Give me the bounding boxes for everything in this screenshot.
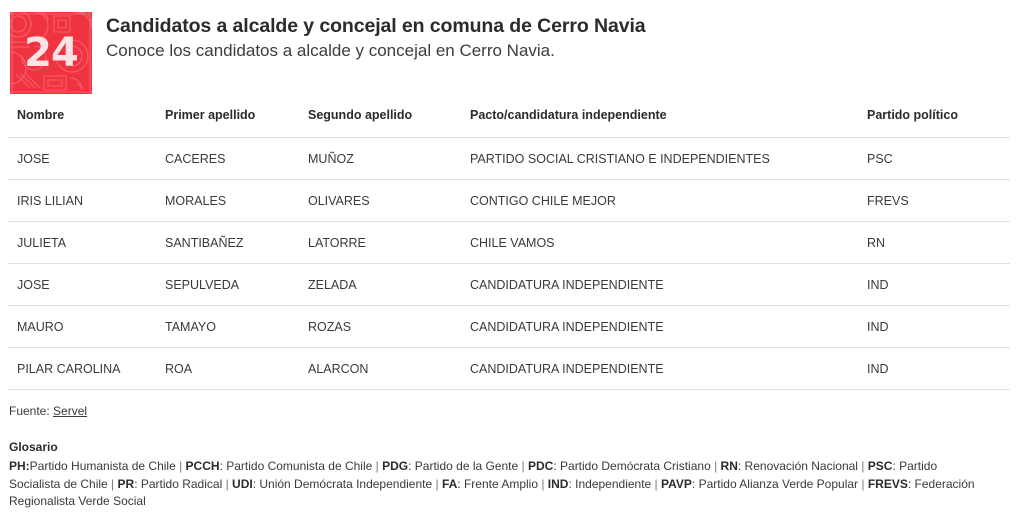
cell-pacto: CHILE VAMOS bbox=[461, 221, 858, 264]
cell-partido: IND bbox=[858, 347, 1010, 390]
cell-nombre: MAURO bbox=[8, 305, 156, 348]
cell-partido: IND bbox=[858, 305, 1010, 348]
table-header: Nombre Primer apellido Segundo apellido … bbox=[8, 92, 1010, 138]
glossary-separator: | bbox=[432, 476, 442, 491]
cell-primer-apellido: MORALES bbox=[156, 179, 299, 222]
cell-primer-apellido: TAMAYO bbox=[156, 305, 299, 348]
glossary-separator: | bbox=[222, 476, 233, 491]
glossary-separator: | bbox=[858, 476, 868, 491]
glossary-abbr: RN bbox=[720, 459, 738, 473]
cell-primer-apellido: CACERES bbox=[156, 137, 299, 180]
channel-24-logo: 24 bbox=[10, 12, 92, 94]
cell-segundo-apellido: ROZAS bbox=[299, 305, 461, 348]
glossary-desc: Partido Humanista de Chile bbox=[29, 459, 176, 473]
source-line: Fuente: Servel bbox=[0, 390, 1020, 418]
logo-number: 24 bbox=[24, 30, 79, 76]
cell-pacto: CONTIGO CHILE MEJOR bbox=[461, 179, 858, 222]
glossary-desc: : Unión Demócrata Independiente bbox=[252, 476, 433, 491]
column-header-primer-apellido[interactable]: Primer apellido bbox=[156, 92, 299, 138]
cell-nombre: PILAR CAROLINA bbox=[8, 347, 156, 390]
page-header: 24 Candidatos a alcalde y concejal en co… bbox=[0, 0, 1020, 94]
column-header-segundo-apellido[interactable]: Segundo apellido bbox=[299, 92, 461, 138]
page-subtitle: Conoce los candidatos a alcalde y concej… bbox=[106, 41, 555, 61]
cell-nombre: JOSE bbox=[8, 137, 156, 180]
candidates-table: Nombre Primer apellido Segundo apellido … bbox=[8, 92, 1010, 390]
cell-partido: PSC bbox=[858, 137, 1010, 180]
cell-primer-apellido: SANTIBAÑEZ bbox=[156, 221, 299, 264]
glossary-desc: : Partido de la Gente bbox=[408, 459, 519, 473]
glossary-abbr: PCCH bbox=[185, 459, 220, 473]
cell-pacto: CANDIDATURA INDEPENDIENTE bbox=[461, 305, 858, 348]
glossary-abbr: PDG bbox=[382, 459, 409, 473]
candidates-table-container: Nombre Primer apellido Segundo apellido … bbox=[0, 92, 1020, 390]
cell-primer-apellido: ROA bbox=[156, 347, 299, 390]
table-body: JOSE CACERES MUÑOZ PARTIDO SOCIAL CRISTI… bbox=[8, 137, 1010, 390]
glossary-desc: : Independiente bbox=[568, 476, 652, 491]
cell-pacto: CANDIDATURA INDEPENDIENTE bbox=[461, 347, 858, 390]
glossary-abbr: UDI bbox=[232, 476, 253, 491]
glossary-desc: : Partido Radical bbox=[134, 476, 223, 491]
cell-nombre: JULIETA bbox=[8, 221, 156, 264]
column-header-nombre[interactable]: Nombre bbox=[8, 92, 156, 138]
glossary-desc: : Frente Amplio bbox=[457, 476, 538, 491]
glossary-abbr: PSC bbox=[867, 459, 893, 473]
table-row: JOSE CACERES MUÑOZ PARTIDO SOCIAL CRISTI… bbox=[8, 137, 1010, 180]
cell-segundo-apellido: MUÑOZ bbox=[299, 137, 461, 180]
glossary-desc: : Renovación Nacional bbox=[737, 459, 858, 473]
table-row: MAURO TAMAYO ROZAS CANDIDATURA INDEPENDI… bbox=[8, 305, 1010, 348]
glossary-abbr: FREVS bbox=[867, 476, 908, 491]
glossary-title: Glosario bbox=[9, 440, 58, 454]
glossary-desc: : Partido Comunista de Chile bbox=[219, 459, 373, 473]
glossary-separator: | bbox=[538, 476, 548, 491]
glossary-body: PH:Partido Humanista de Chile | PCCH: Pa… bbox=[9, 458, 984, 511]
table-row: IRIS LILIAN MORALES OLIVARES CONTIGO CHI… bbox=[8, 179, 1010, 222]
glossary-separator: | bbox=[518, 459, 528, 473]
glossary-abbr: PR bbox=[117, 476, 135, 491]
cell-primer-apellido: SEPULVEDA bbox=[156, 263, 299, 306]
glossary-abbr: FA bbox=[441, 476, 458, 491]
cell-segundo-apellido: ZELADA bbox=[299, 263, 461, 306]
cell-partido: FREVS bbox=[858, 179, 1010, 222]
cell-segundo-apellido: ALARCON bbox=[299, 347, 461, 390]
cell-partido: RN bbox=[858, 221, 1010, 264]
page-title: Candidatos a alcalde y concejal en comun… bbox=[106, 15, 646, 37]
glossary-desc: : Partido Demócrata Cristiano bbox=[553, 459, 711, 473]
table-row: PILAR CAROLINA ROA ALARCON CANDIDATURA I… bbox=[8, 347, 1010, 390]
column-header-partido-politico[interactable]: Partido político bbox=[858, 92, 1010, 138]
source-link-servel[interactable]: Servel bbox=[53, 404, 87, 418]
cell-segundo-apellido: LATORRE bbox=[299, 221, 461, 264]
glossary-separator: | bbox=[175, 459, 186, 473]
cell-pacto: CANDIDATURA INDEPENDIENTE bbox=[461, 263, 858, 306]
cell-nombre: JOSE bbox=[8, 263, 156, 306]
glossary-abbr: PH: bbox=[9, 459, 30, 473]
cell-segundo-apellido: OLIVARES bbox=[299, 179, 461, 222]
glossary-separator: | bbox=[857, 459, 868, 473]
table-row: JOSE SEPULVEDA ZELADA CANDIDATURA INDEPE… bbox=[8, 263, 1010, 306]
glossary-desc: : Partido Alianza Verde Popular bbox=[691, 476, 859, 491]
cell-partido: IND bbox=[858, 263, 1010, 306]
header-text-block: Candidatos a alcalde y concejal en comun… bbox=[106, 12, 646, 62]
glossary-section: Glosario PH:Partido Humanista de Chile |… bbox=[0, 418, 992, 511]
glossary-abbr: PAVP bbox=[661, 476, 692, 491]
glossary-separator: | bbox=[107, 476, 118, 491]
table-header-row: Nombre Primer apellido Segundo apellido … bbox=[8, 92, 1010, 138]
glossary-separator: | bbox=[710, 459, 721, 473]
glossary-abbr: PDC bbox=[528, 459, 554, 473]
glossary-abbr: IND bbox=[547, 476, 569, 491]
source-label: Fuente: bbox=[9, 404, 50, 418]
glossary-separator: | bbox=[372, 459, 383, 473]
column-header-pacto[interactable]: Pacto/candidatura independiente bbox=[461, 92, 858, 138]
cell-pacto: PARTIDO SOCIAL CRISTIANO E INDEPENDIENTE… bbox=[461, 137, 858, 180]
cell-nombre: IRIS LILIAN bbox=[8, 179, 156, 222]
table-row: JULIETA SANTIBAÑEZ LATORRE CHILE VAMOS R… bbox=[8, 221, 1010, 264]
glossary-separator: | bbox=[651, 476, 662, 491]
